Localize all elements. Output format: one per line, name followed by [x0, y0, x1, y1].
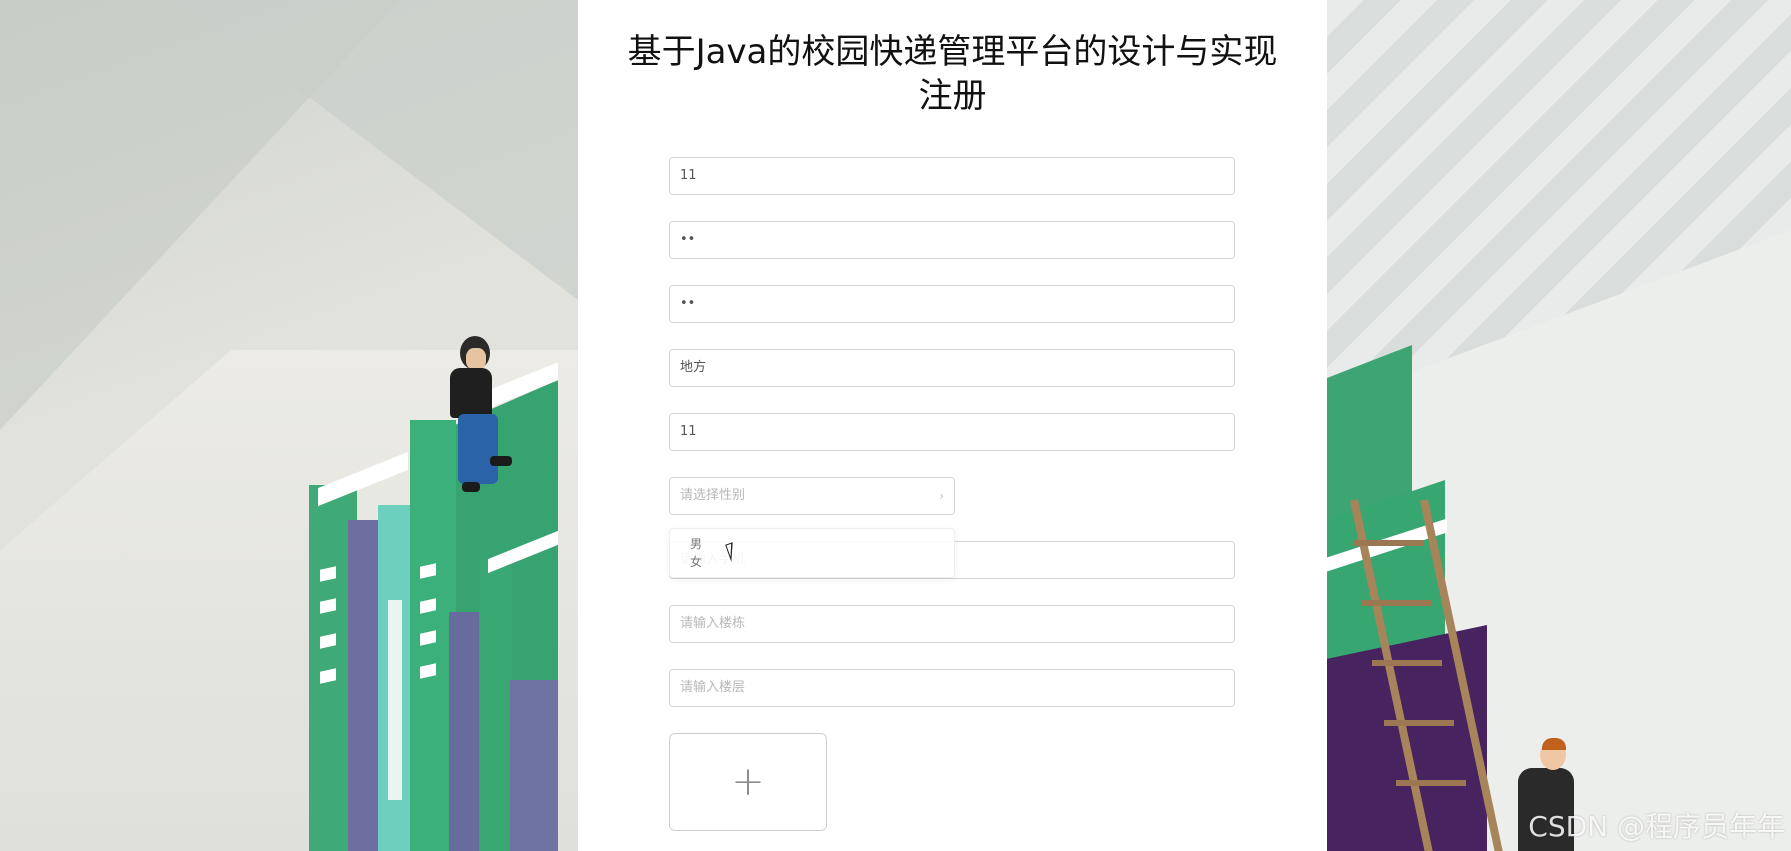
- watermark: CSDN @程序员年年: [1528, 810, 1785, 843]
- upload-avatar-button[interactable]: +: [669, 733, 827, 831]
- gender-dropdown: 男 女: [669, 528, 955, 578]
- ladder-rung: [1354, 540, 1424, 546]
- person-legs: [458, 414, 498, 484]
- person-hair: [1542, 738, 1566, 750]
- gender-select[interactable]: 请选择性别 ›: [669, 477, 955, 515]
- book-illustration: [348, 520, 382, 851]
- ladder-rung: [1396, 780, 1466, 786]
- gender-option-female[interactable]: 女: [690, 553, 702, 570]
- person-shoe: [490, 456, 512, 466]
- name-field[interactable]: 地方: [669, 349, 1235, 387]
- ladder-rail: [1350, 499, 1433, 851]
- account-field[interactable]: 11: [669, 157, 1235, 195]
- ladder-rung: [1372, 660, 1442, 666]
- password-field[interactable]: ••: [669, 221, 1235, 259]
- title-line: 基于Java的校园快递管理平台的设计与实现: [627, 32, 1278, 72]
- book-decoration: [388, 600, 402, 800]
- register-card: 基于Java的校园快递管理平台的设计与实现 注册 11 •• •• 地方 11 …: [578, 0, 1327, 851]
- building-field[interactable]: 请输入楼栋: [669, 605, 1235, 643]
- ladder-rung: [1362, 600, 1432, 606]
- person-torso: [450, 368, 492, 418]
- book-illustration: [449, 612, 479, 851]
- book-illustration: [510, 680, 558, 851]
- page-title: 基于Java的校园快递管理平台的设计与实现 注册: [578, 30, 1327, 118]
- confirm-password-field[interactable]: ••: [669, 285, 1235, 323]
- book-illustration: [480, 560, 512, 851]
- plus-icon: +: [731, 759, 765, 805]
- ladder-illustration: [1350, 499, 1503, 851]
- chevron-right-icon: ›: [939, 489, 944, 503]
- person-illustration: [430, 336, 520, 506]
- gender-select-placeholder: 请选择性别: [680, 488, 746, 503]
- person-shoe: [462, 482, 480, 492]
- background-shape: [180, 0, 578, 300]
- floor-field[interactable]: 请输入楼层: [669, 669, 1235, 707]
- ladder-rung: [1384, 720, 1454, 726]
- gender-option-male[interactable]: 男: [690, 535, 702, 552]
- info-field[interactable]: 11: [669, 413, 1235, 451]
- title-subline: 注册: [918, 76, 987, 116]
- person-face: [466, 348, 486, 370]
